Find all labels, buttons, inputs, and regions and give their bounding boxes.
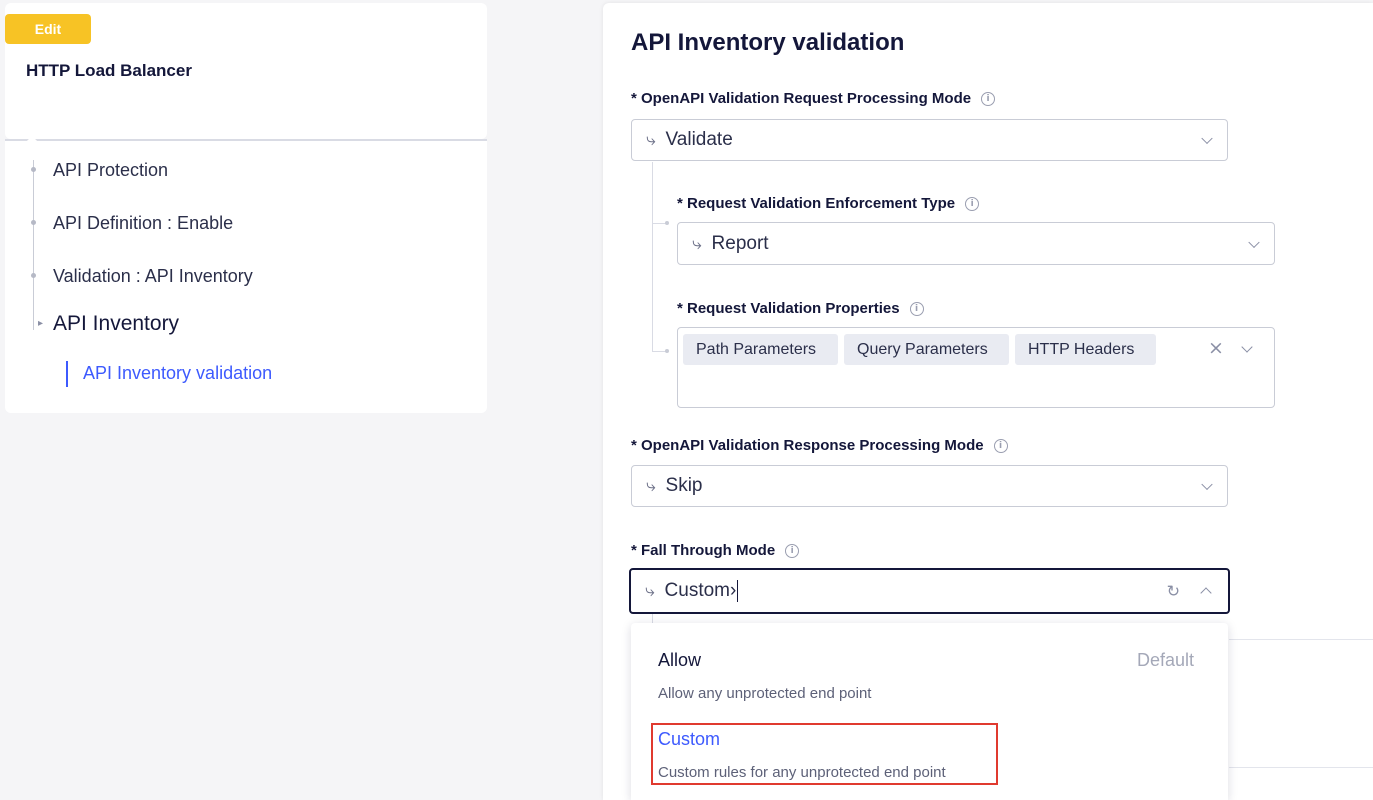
enforcement-type-select[interactable]: ⤷ Report [677, 222, 1275, 265]
response-mode-value: Skip [665, 475, 703, 496]
fall-through-input-value[interactable]: Custom› [665, 580, 737, 602]
chevron-up-icon[interactable] [1200, 587, 1212, 599]
validation-properties-multiselect[interactable]: Path Parameters Query Parameters HTTP He… [677, 327, 1275, 408]
resource-header-card: Edit HTTP Load Balancer [5, 3, 487, 139]
response-mode-label-text: * OpenAPI Validation Response Processing… [631, 437, 984, 454]
chevron-down-icon [1201, 132, 1213, 145]
request-mode-select[interactable]: ⤷ Validate [631, 119, 1228, 161]
chevron-down-icon [1201, 478, 1213, 491]
nested-tree-line [652, 162, 653, 352]
section-divider [1229, 767, 1373, 768]
nav-item-api-definition[interactable]: API Definition : Enable [53, 213, 233, 234]
nav-dot [31, 220, 36, 225]
fall-through-label-text: * Fall Through Mode [631, 542, 776, 559]
nav-arrow-icon: ▸ [38, 318, 44, 329]
nav-item-validation[interactable]: Validation : API Inventory [53, 266, 253, 287]
enforcement-type-label-text: * Request Validation Enforcement Type [677, 195, 956, 212]
info-icon[interactable]: i [785, 543, 800, 558]
chevron-down-icon[interactable] [1241, 341, 1253, 353]
form-title: API Inventory validation [631, 29, 905, 56]
request-mode-label-text: * OpenAPI Validation Request Processing … [631, 90, 972, 107]
resource-title: HTTP Load Balancer [26, 61, 192, 80]
section-divider [1229, 639, 1373, 640]
option-allow-description[interactable]: Allow any unprotected end point [658, 685, 871, 702]
chip-http-headers[interactable]: HTTP Headers [1015, 334, 1156, 365]
close-icon[interactable]: × [1208, 337, 1224, 359]
response-mode-label: * OpenAPI Validation Response Processing… [631, 437, 1008, 454]
request-mode-value: Validate [665, 129, 733, 150]
custom-option-highlight [651, 723, 998, 785]
fall-through-select[interactable]: ⤷ Custom› ↻ [629, 568, 1230, 614]
branch-icon: ⤷ [692, 233, 702, 254]
nested-dot [665, 221, 669, 225]
edit-badge: Edit [5, 14, 91, 44]
validation-properties-label: * Request Validation Properties i [677, 300, 924, 317]
chevron-down-icon [1248, 236, 1260, 248]
chip-query-parameters[interactable]: Query Parameters [844, 334, 1009, 365]
nav-dot [31, 167, 36, 172]
info-icon[interactable]: i [965, 196, 980, 211]
nav-dot [31, 273, 36, 278]
enforcement-type-value: Report [711, 232, 769, 254]
enforcement-type-label: * Request Validation Enforcement Type i [677, 195, 980, 212]
branch-icon: ⤷ [645, 581, 655, 601]
nested-dot [665, 349, 669, 353]
nav-tree-line [33, 160, 34, 330]
info-icon[interactable]: i [909, 301, 924, 316]
option-allow-default-tag: Default [1137, 650, 1195, 670]
option-allow-label[interactable]: Allow [658, 650, 701, 671]
info-icon[interactable]: i [981, 91, 996, 106]
chip-path-parameters[interactable]: Path Parameters [683, 334, 838, 365]
info-icon[interactable]: i [993, 438, 1008, 453]
response-mode-select[interactable]: ⤷ Skip [631, 465, 1228, 507]
request-mode-label: * OpenAPI Validation Request Processing … [631, 90, 996, 107]
validation-properties-label-text: * Request Validation Properties [677, 300, 900, 317]
fall-through-label: * Fall Through Mode i [631, 542, 800, 559]
nav-active-indicator [66, 361, 68, 387]
branch-icon: ⤷ [646, 476, 656, 496]
nav-item-api-protection[interactable]: API Protection [53, 160, 168, 181]
refresh-icon[interactable]: ↻ [1167, 582, 1180, 601]
nav-item-api-inventory-validation[interactable]: API Inventory validation [83, 363, 272, 384]
text-cursor [737, 580, 739, 602]
branch-icon: ⤷ [646, 130, 656, 150]
nav-group-api-inventory[interactable]: API Inventory [53, 312, 179, 336]
